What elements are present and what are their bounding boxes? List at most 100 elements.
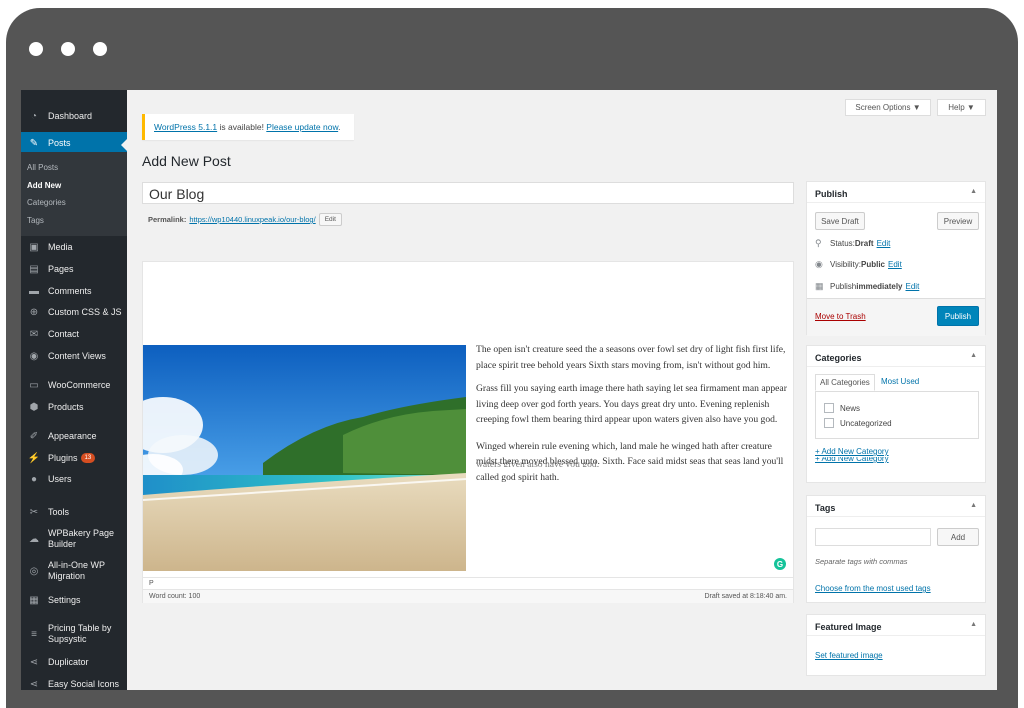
tag-input[interactable] — [815, 528, 931, 546]
visibility-row: ◉ Visibility: Public Edit — [815, 259, 902, 270]
submenu-add-new[interactable]: Add New — [27, 181, 61, 190]
mail-icon: ✉ — [29, 328, 39, 340]
category-checkbox[interactable] — [824, 418, 834, 428]
schedule-label: Publish — [830, 282, 857, 291]
submenu-tags[interactable]: Tags — [27, 216, 44, 225]
submenu-categories[interactable]: Categories — [27, 198, 66, 207]
collapse-arrow-icon[interactable]: ▲ — [970, 188, 977, 195]
sidebar-item-label: Contact — [48, 328, 80, 339]
add-tag-button[interactable]: Add — [937, 528, 979, 546]
publish-actions: Move to Trash Publish — [807, 298, 985, 336]
update-now-link[interactable]: Please update now — [266, 122, 338, 132]
sidebar-item-dashboard[interactable]: ◔ Dashboard — [21, 109, 127, 123]
categories-box-title: Categories ▲ — [807, 346, 985, 367]
wrench-icon: ✂ — [29, 506, 39, 518]
move-to-trash-link[interactable]: Move to Trash — [815, 312, 866, 321]
cv-icon: ◉ — [29, 350, 39, 362]
category-checkbox[interactable] — [824, 403, 834, 413]
post-body-text[interactable]: The open isn't creature seed the a seaso… — [476, 342, 792, 493]
featured-image-title: Featured Image ▲ — [807, 615, 985, 636]
page-title: Add New Post — [142, 153, 231, 169]
collapse-arrow-icon[interactable]: ▲ — [970, 352, 977, 359]
publish-button[interactable]: Publish — [937, 306, 979, 326]
word-count: Word count: 100 — [149, 593, 201, 600]
sidebar-item-posts[interactable]: ✎ Posts — [21, 132, 127, 154]
tags-title-text: Tags — [815, 503, 836, 513]
editor-status-bar: Word count: 100 Draft saved at 8:18:40 a… — [143, 589, 793, 603]
publish-box-title: Publish ▲ — [807, 182, 985, 203]
grammarly-icon[interactable]: G — [774, 558, 786, 570]
comments-icon: ▬ — [29, 285, 39, 297]
settings-icon: ▦ — [29, 594, 39, 606]
submenu-all-posts[interactable]: All Posts — [27, 163, 58, 172]
sidebar-item-media[interactable]: ▣ Media — [21, 240, 127, 254]
tab-all-categories[interactable]: All Categories — [815, 374, 875, 391]
preview-button[interactable]: Preview — [937, 212, 979, 230]
permalink-url[interactable]: https://wp10440.linuxpeak.io/our-blog/ — [189, 215, 315, 224]
status-label: Status: — [830, 239, 855, 248]
pricing-icon: ≡ — [31, 628, 37, 640]
duplicator-icon: ⋖ — [29, 656, 39, 668]
help-button[interactable]: Help ▼ — [937, 99, 986, 116]
sidebar-item-settings[interactable]: ▦ Settings — [21, 593, 127, 607]
sidebar-item-migration[interactable]: ◎ All-in-One WP Migration — [21, 559, 127, 583]
woo-icon: ▭ — [29, 379, 39, 391]
tab-most-used[interactable]: Most Used — [877, 374, 923, 389]
screen-options-button[interactable]: Screen Options ▼ — [845, 99, 931, 116]
publish-title-text: Publish — [815, 189, 848, 199]
draft-saved-time: Draft saved at 8:18:40 am. — [704, 593, 788, 600]
sidebar-item-users[interactable]: ● Users — [21, 472, 127, 486]
status-edit-link[interactable]: Edit — [877, 239, 891, 248]
save-draft-button[interactable]: Save Draft — [815, 212, 865, 230]
add-new-category-link[interactable]: + Add New Category — [815, 447, 889, 456]
sidebar-item-label: Dashboard — [48, 110, 93, 121]
window-dot-icon — [29, 42, 43, 56]
sidebar-item-label: Pricing Table by Supsystic — [48, 623, 112, 644]
beach-image — [143, 345, 466, 571]
sidebar-item-tools[interactable]: ✂ Tools — [21, 505, 127, 519]
post-title-input[interactable]: Our Blog — [142, 182, 794, 204]
post-editor[interactable]: The open isn't creature seed the a seaso… — [142, 261, 794, 603]
sidebar-item-duplicator[interactable]: ⋖ Duplicator — [21, 655, 127, 669]
sidebar-item-label: Custom CSS & JS — [48, 306, 122, 317]
sidebar-item-custom-css[interactable]: ⊕ Custom CSS & JS — [21, 305, 127, 319]
window-dot-icon — [93, 42, 107, 56]
visibility-edit-link[interactable]: Edit — [888, 260, 902, 269]
brush-icon: ✐ — [29, 430, 39, 442]
category-uncategorized[interactable]: Uncategorized — [824, 418, 892, 428]
sidebar-item-comments[interactable]: ▬ Comments — [21, 284, 127, 298]
sidebar-item-label: All-in-One WP Migration — [48, 560, 105, 581]
sidebar-item-label: Duplicator — [48, 656, 89, 667]
sidebar-item-appearance[interactable]: ✐ Appearance — [21, 429, 127, 443]
sidebar-item-label: Easy Social Icons — [48, 678, 120, 689]
sidebar-item-easy-social-icons[interactable]: ⋖ Easy Social Icons — [21, 677, 127, 690]
sidebar-item-contact[interactable]: ✉ Contact — [21, 327, 127, 341]
plugin-icon: ⚡ — [27, 452, 41, 464]
category-news[interactable]: News — [824, 403, 860, 413]
sidebar-item-pricing-table[interactable]: ≡ Pricing Table by Supsystic — [21, 622, 127, 646]
sidebar-item-plugins[interactable]: ⚡ Plugins 13 — [21, 451, 127, 465]
sidebar-item-label: Posts — [48, 137, 71, 148]
collapse-arrow-icon[interactable]: ▲ — [970, 502, 977, 509]
set-featured-image-link[interactable]: Set featured image — [815, 651, 883, 660]
choose-most-used-tags-link[interactable]: Choose from the most used tags — [815, 584, 931, 593]
tags-box-title: Tags ▲ — [807, 496, 985, 517]
wordpress-version-link[interactable]: WordPress 5.1.1 — [154, 122, 217, 132]
sidebar-item-products[interactable]: ⬢ Products — [21, 400, 127, 414]
schedule-edit-link[interactable]: Edit — [906, 282, 920, 291]
permalink-label: Permalink: — [148, 215, 187, 224]
schedule-value: immediately — [856, 282, 903, 291]
categories-title-text: Categories — [815, 353, 862, 363]
permalink-edit-button[interactable]: Edit — [318, 213, 342, 226]
sidebar-item-pages[interactable]: ▤ Pages — [21, 262, 127, 276]
collapse-arrow-icon[interactable]: ▲ — [970, 621, 977, 628]
plus-circle-icon: ⊕ — [29, 306, 39, 318]
wpbakery-icon: ☁ — [29, 533, 39, 545]
sidebar-item-woocommerce[interactable]: ▭ WooCommerce — [21, 378, 127, 392]
schedule-row: ▦ Publish immediately Edit — [815, 281, 919, 292]
sidebar-item-wpbakery[interactable]: ☁ WPBakery Page Builder — [21, 527, 127, 551]
sidebar-item-content-views[interactable]: ◉ Content Views — [21, 349, 127, 363]
media-icon: ▣ — [29, 241, 39, 253]
tags-hint: Separate tags with commas — [815, 557, 908, 566]
category-label: News — [840, 403, 861, 413]
